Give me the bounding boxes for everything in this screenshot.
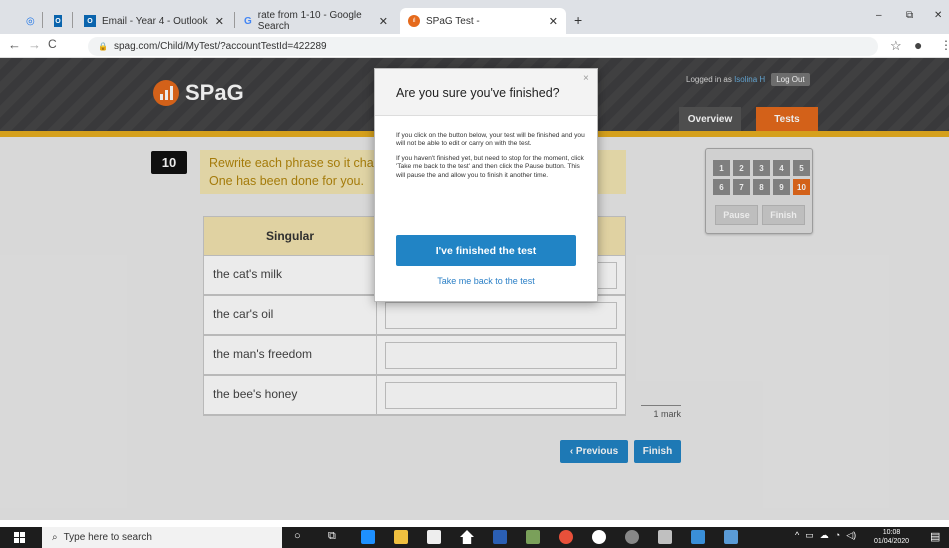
search-icon: ⌕ xyxy=(52,532,58,543)
outlook-icon: O xyxy=(84,15,96,27)
store-icon[interactable] xyxy=(427,530,441,544)
camera-icon[interactable] xyxy=(625,530,639,544)
maximize-button[interactable]: ⧉ xyxy=(906,10,913,21)
tab-pinned-2[interactable]: O xyxy=(46,8,70,34)
search-placeholder: Type here to search xyxy=(63,532,152,543)
confirm-finish-button[interactable]: I've finished the test xyxy=(396,235,576,266)
google-icon: G xyxy=(244,15,252,27)
tab-outlook[interactable]: O Email - Year 4 - Outlook ✕ xyxy=(76,8,232,34)
onedrive-icon[interactable]: ☁ xyxy=(820,530,829,541)
edge-icon[interactable] xyxy=(361,530,375,544)
close-icon[interactable]: × xyxy=(583,73,589,84)
close-tab-icon[interactable]: ✕ xyxy=(379,15,388,28)
tab-pinned-1[interactable]: ◎ xyxy=(18,8,38,34)
hp-icon[interactable] xyxy=(592,530,606,544)
tab-google-search[interactable]: Grate from 1-10 - Google Search ✕ xyxy=(236,8,396,34)
clock-date: 01/04/2020 xyxy=(874,538,910,545)
close-window-button[interactable]: ✕ xyxy=(934,10,942,21)
network-icon[interactable]: ▭ xyxy=(805,530,814,541)
minimize-button[interactable]: – xyxy=(876,10,882,21)
close-tab-icon[interactable]: ✕ xyxy=(549,15,558,28)
tab-separator xyxy=(72,12,73,28)
profile-icon[interactable]: ● xyxy=(914,37,922,53)
mail-icon[interactable] xyxy=(691,530,705,544)
system-tray: ^ ▭ ☁ ◔ ◁) xyxy=(795,530,856,541)
dialog-title: Are you sure you've finished? xyxy=(396,86,560,100)
taskbar-search[interactable]: ⌕ Type here to search xyxy=(42,527,282,548)
wifi-icon[interactable]: ◔ xyxy=(835,530,840,541)
chevron-up-icon[interactable]: ^ xyxy=(795,530,799,541)
forward-arrow-icon[interactable]: → xyxy=(28,37,41,52)
word-icon[interactable] xyxy=(493,530,507,544)
outlook-icon: O xyxy=(54,15,62,27)
app-icon[interactable] xyxy=(526,530,540,544)
volume-icon[interactable]: ◁) xyxy=(846,530,856,541)
star-icon[interactable]: ☆ xyxy=(890,38,902,54)
clock[interactable]: 10:08 01/04/2020 xyxy=(874,528,909,546)
tab-label: Email - Year 4 - Outlook xyxy=(102,15,208,27)
url-bar[interactable]: 🔒 spag.com/Child/MyTest/?accountTestId=42… xyxy=(88,37,878,56)
reload-icon[interactable]: C xyxy=(48,37,57,51)
task-view-icon[interactable]: ⧉ xyxy=(328,530,336,543)
dialog-paragraph-2: If you haven't finished yet, but need to… xyxy=(396,154,584,179)
tab-label: SPaG Test - xyxy=(426,15,480,27)
url-text: spag.com/Child/MyTest/?accountTestId=422… xyxy=(113,41,327,52)
windows-start-icon[interactable] xyxy=(0,527,38,548)
dialog-paragraph-1: If you click on the button below, your t… xyxy=(396,132,585,148)
file-explorer-icon[interactable] xyxy=(394,530,408,544)
menu-dots-icon[interactable]: ⋮ xyxy=(940,38,949,52)
new-tab-button[interactable]: + xyxy=(574,12,582,28)
spag-icon: ıl xyxy=(408,15,420,27)
tab-spag-test[interactable]: ıl SPaG Test - ✕ xyxy=(400,8,566,34)
tab-label: rate from 1-10 - Google Search xyxy=(257,10,362,32)
page-bottom xyxy=(0,520,949,527)
browser-icon: ◎ xyxy=(26,15,35,27)
clock-time: 10:08 xyxy=(882,529,901,536)
tab-separator xyxy=(42,12,43,28)
app-icon[interactable] xyxy=(724,530,738,544)
lock-icon: 🔒 xyxy=(98,42,108,51)
dialog-body: If you click on the button below, your t… xyxy=(396,132,586,186)
back-arrow-icon[interactable]: ← xyxy=(8,37,21,52)
paint-icon[interactable] xyxy=(658,530,672,544)
close-tab-icon[interactable]: ✕ xyxy=(215,15,224,28)
chrome-icon[interactable] xyxy=(559,530,573,544)
back-to-test-link[interactable]: Take me back to the test xyxy=(396,276,576,286)
cortana-icon[interactable]: ○ xyxy=(294,530,301,542)
notifications-icon[interactable]: ▤ xyxy=(930,530,940,543)
tab-separator xyxy=(234,12,235,28)
